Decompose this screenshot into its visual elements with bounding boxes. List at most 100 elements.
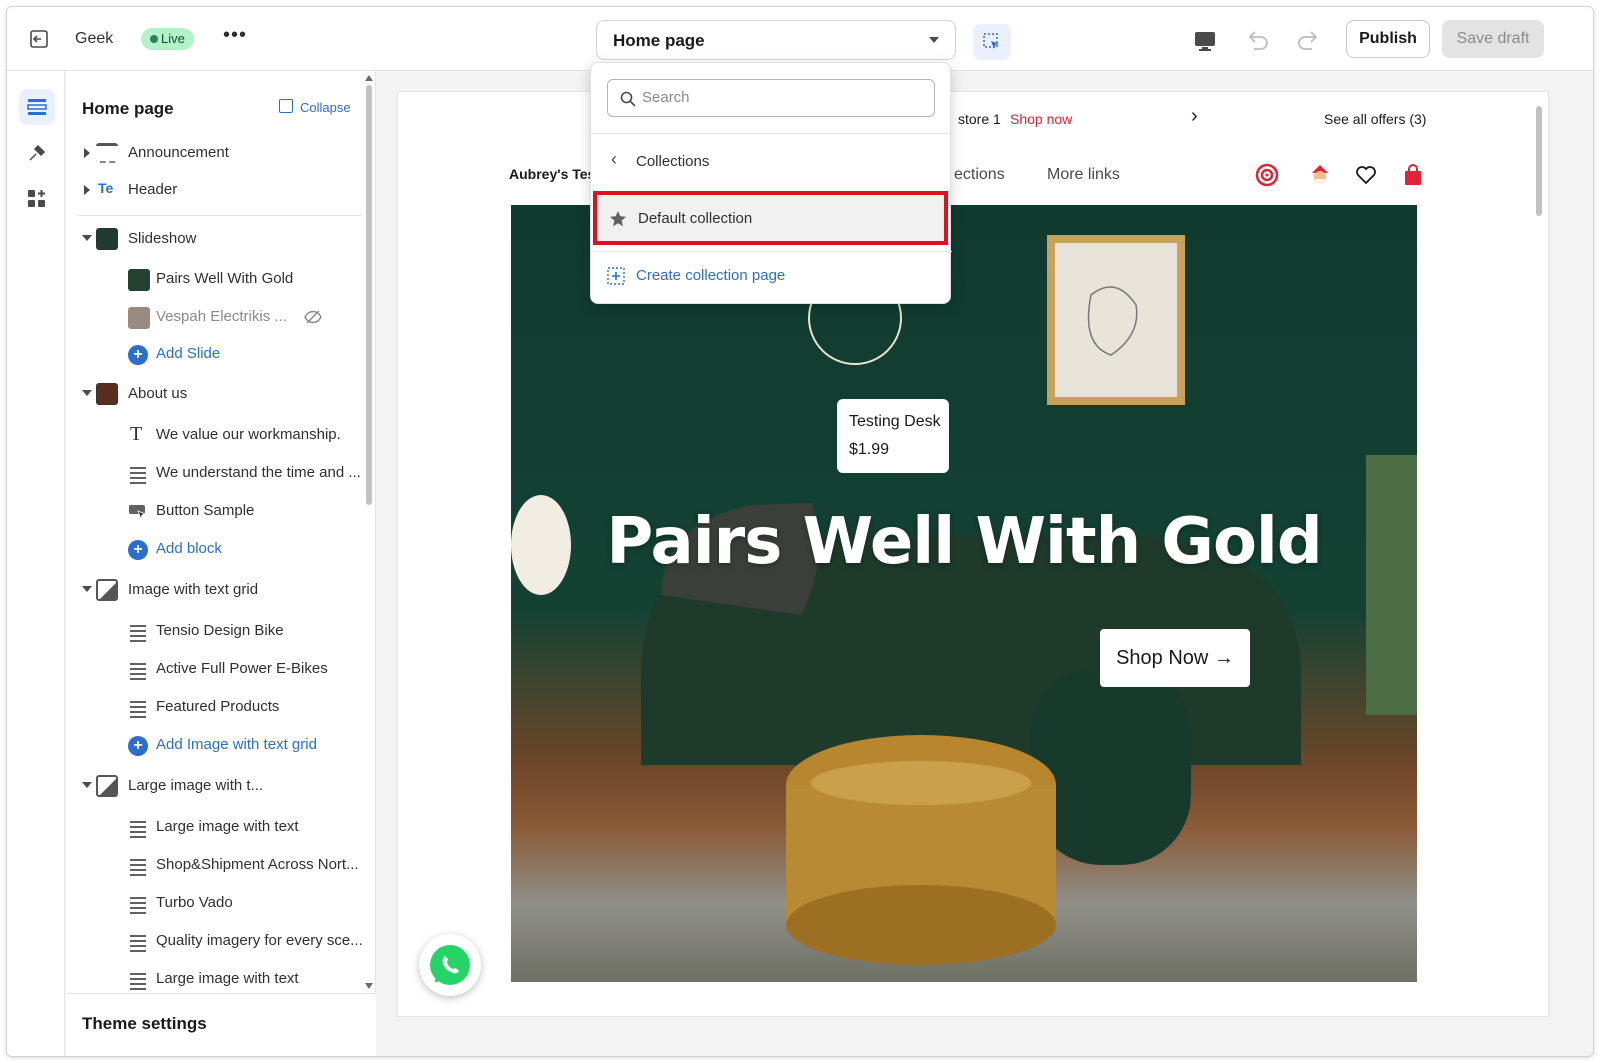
shopping-bag-icon[interactable] [1401,163,1425,187]
shop-now-button[interactable]: Shop Now → [1100,629,1250,687]
section-label: Slideshow [128,230,197,247]
section-label: About us [128,385,188,402]
storefront-preview: store 1 Shop now › See all offers (3) Au… [397,91,1549,1017]
see-all-offers-link[interactable]: See all offers (3) [1324,111,1426,127]
divider [591,133,952,134]
hero-background-illustration [511,235,1417,965]
product-hotspot-tag[interactable]: Testing Desk $1.99 [837,399,949,473]
image-icon [96,579,118,601]
add-image-with-text-grid-button[interactable]: + Add Image with text grid [66,729,362,763]
sidebar-title: Home page [82,99,174,118]
collapse-caret-icon[interactable] [82,390,92,396]
page-selector[interactable]: Home page [596,20,956,60]
add-icon: + [128,540,148,560]
block-label: We value our workmanship. [156,426,341,443]
rail-apps[interactable] [19,181,55,217]
section-slideshow[interactable]: Slideshow [66,223,362,257]
announcement-link[interactable]: Shop now [1010,111,1072,127]
sidebar-scrollbar[interactable] [366,85,372,505]
exit-icon[interactable] [29,29,49,49]
target-icon[interactable] [1255,163,1279,187]
divider [78,215,362,216]
collapse-caret-icon[interactable] [82,782,92,788]
preview-scrollbar[interactable] [1536,106,1542,216]
store-logo[interactable]: Aubrey's Tes [509,166,595,182]
add-icon: + [128,736,148,756]
block-item[interactable]: Tensio Design Bike [66,615,362,649]
publish-button[interactable]: Publish [1346,20,1430,58]
block-item[interactable]: Vespah Electrikis ... [66,301,362,335]
slideshow-hero[interactable]: Testing Desk $1.99 Pairs Well With Gold … [511,205,1417,982]
theme-editor-window: Geek Live ••• Home page Publish Save dra… [6,6,1594,1057]
inspector-toggle-button[interactable] [973,24,1011,60]
option-label: Default collection [638,210,753,227]
more-actions-button[interactable]: ••• [223,24,247,47]
block-label: We understand the time and ... [156,464,361,481]
section-label: Image with text grid [128,581,259,598]
section-about-us[interactable]: About us [66,378,362,412]
expand-caret-icon[interactable] [84,185,90,195]
wishlist-heart-icon[interactable] [1354,163,1378,187]
block-label: Button Sample [156,502,255,519]
text-lines-icon [130,973,146,975]
section-header[interactable]: Te Header [66,174,362,208]
block-item[interactable]: Shop&Shipment Across Nort... [66,849,362,883]
create-collection-page-button[interactable]: Create collection page [591,258,952,294]
block-item[interactable]: Large image with text [66,811,362,845]
store-name[interactable]: Geek [75,30,113,48]
block-item[interactable]: We understand the time and ... [66,457,362,491]
eye-off-icon[interactable] [304,310,322,324]
block-item[interactable]: Featured Products [66,691,362,725]
block-label: Shop&Shipment Across Nort... [156,856,359,873]
theme-settings-footer[interactable]: Theme settings [66,993,376,1056]
block-item[interactable]: Button Sample [66,495,362,529]
block-label: Tensio Design Bike [156,622,284,639]
collapse-icon[interactable] [279,99,293,113]
slideshow-thumbnail [96,228,118,250]
theme-settings-label: Theme settings [82,1014,207,1033]
save-draft-button[interactable]: Save draft [1442,20,1544,58]
back-to-collections[interactable]: ‹ Collections [591,141,952,181]
slide-thumbnail [128,269,150,291]
block-item[interactable]: Large image with text [66,963,362,997]
rail-sections[interactable] [19,89,55,125]
page-selector-dropdown: ‹ Collections Default collection Create … [590,62,952,304]
add-label: Add block [156,540,222,557]
block-item[interactable]: Turbo Vado [66,887,362,921]
section-announcement[interactable]: Announcement [66,137,362,171]
scroll-down-arrow[interactable] [365,983,373,989]
nav-link-collections[interactable]: ections [954,166,1005,184]
search-input[interactable] [642,89,922,106]
about-us-thumbnail [96,383,118,405]
section-image-with-text-grid[interactable]: Image with text grid [66,574,362,608]
section-large-image-with-text[interactable]: Large image with t... [66,770,362,804]
default-collection-option[interactable]: Default collection [593,191,948,245]
chevron-left-icon: ‹ [611,149,617,169]
collapse-caret-icon[interactable] [82,235,92,241]
collapse-caret-icon[interactable] [82,586,92,592]
add-block-button[interactable]: + Add block [66,533,362,567]
block-item[interactable]: Pairs Well With Gold [66,263,362,297]
rail-theme-settings[interactable] [19,135,55,171]
chevron-right-icon[interactable]: › [1191,105,1198,128]
block-item[interactable]: T We value our workmanship. [66,419,362,453]
hero-heading: Pairs Well With Gold [606,505,1322,579]
scroll-up-arrow[interactable] [365,75,373,81]
collapse-button[interactable]: Collapse [300,100,351,115]
slide-thumbnail [128,307,150,329]
block-item[interactable]: Active Full Power E-Bikes [66,653,362,687]
nav-link-more[interactable]: More links [1047,166,1120,184]
add-slide-button[interactable]: + Add Slide [66,338,362,372]
search-field[interactable] [607,79,935,117]
block-label: Large image with text [156,970,299,987]
santa-icon[interactable] [1308,163,1332,187]
desktop-view-icon[interactable] [1193,29,1217,53]
expand-caret-icon[interactable] [84,148,90,158]
text-lines-icon [130,625,146,627]
whatsapp-icon [430,945,470,985]
text-lines-icon [130,935,146,937]
whatsapp-button[interactable] [419,934,481,996]
redo-icon[interactable] [1295,27,1321,53]
block-item[interactable]: Quality imagery for every sce... [66,925,363,959]
undo-icon[interactable] [1245,27,1271,53]
